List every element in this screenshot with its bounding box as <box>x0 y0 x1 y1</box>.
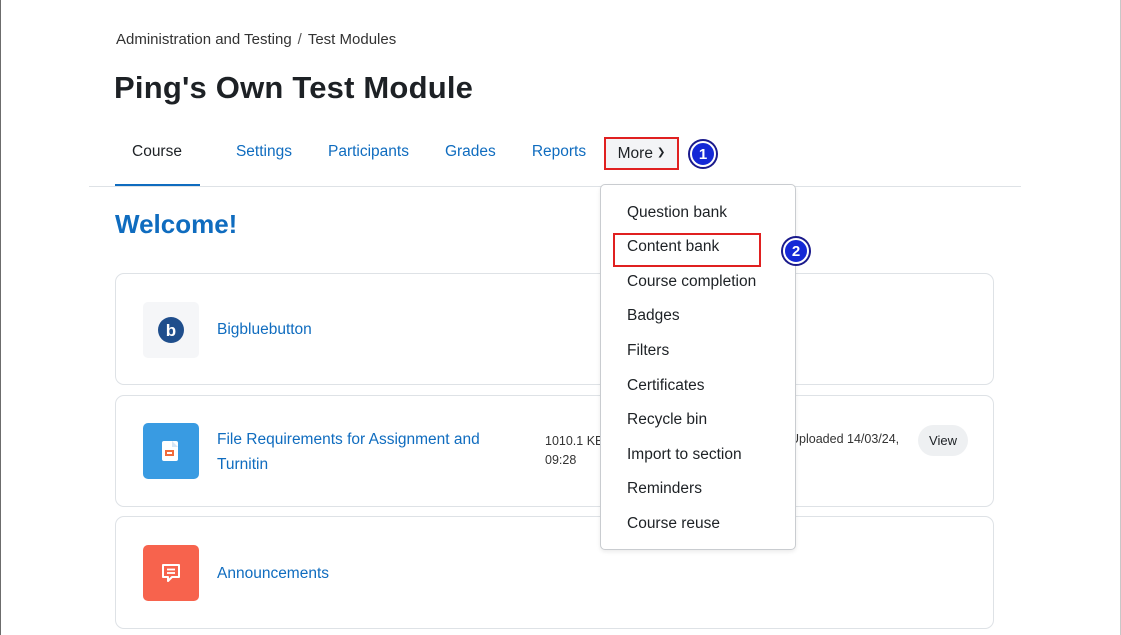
step-badge-1: 1 <box>690 141 716 167</box>
menu-item-content-bank[interactable]: Content bank <box>627 238 719 256</box>
tab-reports[interactable]: Reports <box>532 135 586 187</box>
breadcrumb-item-test-modules[interactable]: Test Modules <box>308 31 396 48</box>
tab-settings[interactable]: Settings <box>236 135 292 187</box>
more-dropdown-menu: Question bank Content bank Course comple… <box>600 184 796 550</box>
menu-item-badges[interactable]: Badges <box>627 307 680 325</box>
tab-course[interactable]: Course <box>115 135 200 187</box>
more-menu-label: More <box>617 144 653 162</box>
step-badge-2: 2 <box>783 238 809 264</box>
menu-item-filters[interactable]: Filters <box>627 342 669 360</box>
menu-item-course-completion[interactable]: Course completion <box>627 273 756 291</box>
tab-grades[interactable]: Grades <box>445 135 496 187</box>
activity-card-file: File Requirements for Assignment and Tur… <box>115 395 994 507</box>
more-menu-button[interactable]: More ❯ <box>604 137 679 170</box>
forum-icon <box>143 545 199 601</box>
activity-card-bigbluebutton: b Bigbluebutton <box>115 273 994 385</box>
breadcrumb: Administration and Testing / Test Module… <box>116 31 396 48</box>
file-uploaded-date: Uploaded 14/03/24, <box>790 432 900 446</box>
menu-item-course-reuse[interactable]: Course reuse <box>627 515 720 533</box>
activity-link-file[interactable]: File Requirements for Assignment and Tur… <box>217 427 517 477</box>
file-upload-time: 09:28 <box>545 453 577 467</box>
view-button[interactable]: View <box>918 425 968 456</box>
tab-bar-divider <box>89 186 1021 187</box>
bigbluebutton-logo: b <box>158 317 184 343</box>
file-size: 1010.1 KB 09:28 <box>545 432 603 470</box>
menu-item-recycle-bin[interactable]: Recycle bin <box>627 411 707 429</box>
section-title: Welcome! <box>115 209 238 239</box>
menu-item-certificates[interactable]: Certificates <box>627 377 705 395</box>
menu-item-question-bank[interactable]: Question bank <box>627 204 727 222</box>
bigbluebutton-icon: b <box>143 302 199 358</box>
menu-item-reminders[interactable]: Reminders <box>627 480 702 498</box>
page-title: Ping's Own Test Module <box>114 70 474 105</box>
file-icon <box>143 423 199 479</box>
activity-card-announcements: Announcements <box>115 516 994 629</box>
activity-link-bigbluebutton[interactable]: Bigbluebutton <box>217 317 312 342</box>
breadcrumb-item-administration[interactable]: Administration and Testing <box>116 31 292 48</box>
breadcrumb-separator: / <box>297 31 302 48</box>
file-glyph <box>162 441 178 461</box>
forum-glyph <box>162 564 180 582</box>
tab-participants[interactable]: Participants <box>328 135 409 187</box>
window-left-border <box>0 0 1 635</box>
menu-item-import-to-section[interactable]: Import to section <box>627 446 742 464</box>
activity-link-announcements[interactable]: Announcements <box>217 561 329 586</box>
course-nav-tabs: Course Settings Participants Grades Repo… <box>115 135 622 187</box>
chevron-down-icon: ❯ <box>656 147 666 158</box>
file-size-value: 1010.1 KB <box>545 434 604 448</box>
